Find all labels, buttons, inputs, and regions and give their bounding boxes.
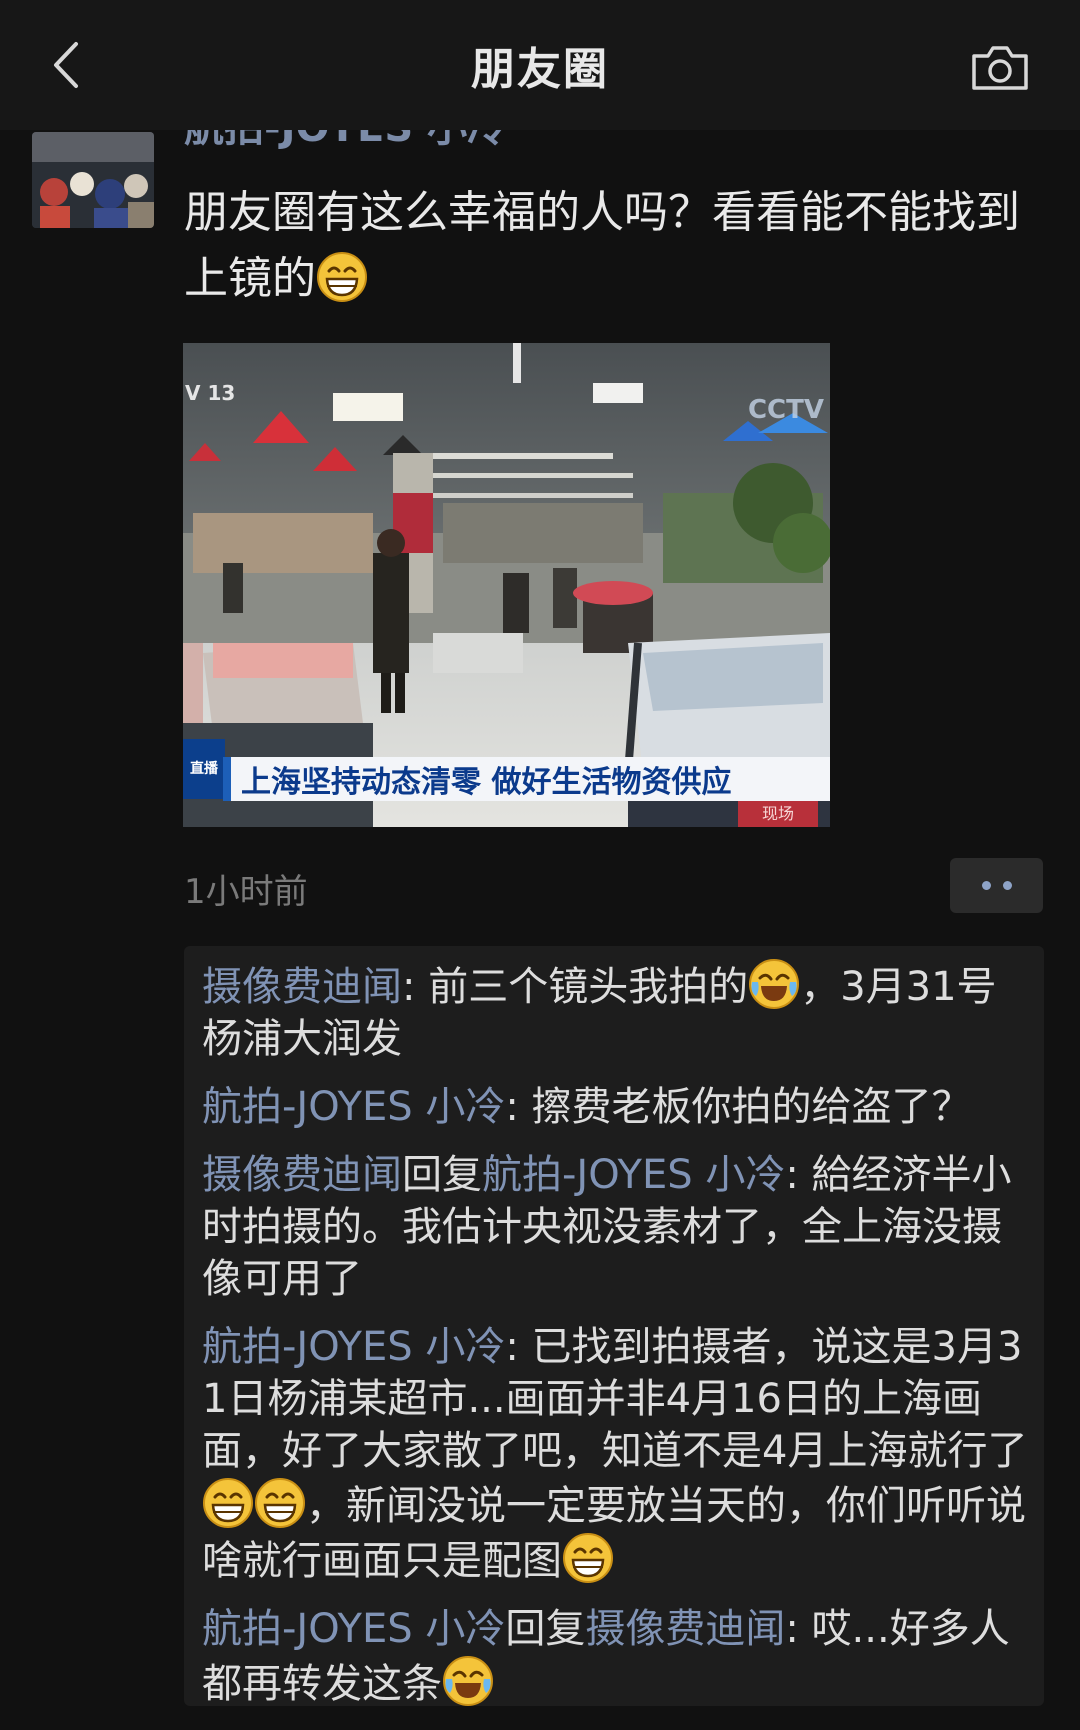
reply-word: 回复: [402, 1152, 482, 1198]
camera-icon: [972, 46, 1028, 90]
supermarket-scene-image: [183, 343, 830, 827]
grin-emoji-icon: [202, 1477, 254, 1529]
image-stamp: 现场: [738, 801, 818, 827]
grin-emoji-icon: [254, 1477, 306, 1529]
more-dots-icon: [1002, 881, 1012, 890]
comments-panel: 摄像费迪闻: 前三个镜头我拍的 ，3月31号杨浦大润发 航拍-JOYES 小冷: …: [184, 946, 1044, 1707]
page-title: 朋友圈: [471, 44, 609, 95]
comment-author[interactable]: 摄像费迪闻: [202, 964, 402, 1010]
comment-item[interactable]: 航拍-JOYES 小冷: 已找到拍摄者，说这是3月31日杨浦某超市...画面并非…: [202, 1321, 1030, 1587]
post-text: 朋友圈有这么幸福的人吗？看看能不能找到上镜的: [184, 187, 1020, 304]
comment-item[interactable]: 航拍-JOYES 小冷回复摄像费迪闻: 哎...好多人都再转发这条: [202, 1603, 1030, 1710]
live-logo: 直播: [183, 739, 225, 799]
channel-mark: V 13: [185, 381, 236, 405]
station-mark: CCTV: [747, 395, 824, 425]
news-caption: 上海坚持动态清零 做好生活物资供应: [223, 757, 830, 801]
comment-author[interactable]: 航拍-JOYES 小冷: [202, 1084, 505, 1130]
chevron-left-icon: [54, 42, 78, 88]
post-image[interactable]: V 13 CCTV 直播 上海坚持动态清零 做好生活物资供应 现场: [183, 343, 830, 827]
grin-emoji-icon: [316, 251, 368, 303]
comment-author[interactable]: 摄像费迪闻: [202, 1152, 402, 1198]
more-button[interactable]: [950, 858, 1043, 913]
comment-author[interactable]: 航拍-JOYES 小冷: [202, 1324, 505, 1370]
post-time: 1小时前: [184, 872, 308, 912]
reply-target[interactable]: 摄像费迪闻: [585, 1606, 785, 1652]
more-dots-icon: [981, 881, 991, 890]
nav-bar: 朋友圈: [0, 0, 1080, 130]
comment-item[interactable]: 摄像费迪闻回复航拍-JOYES 小冷: 給经济半小时拍摄的。我估计央视没素材了，…: [202, 1149, 1030, 1305]
reply-word: 回复: [505, 1606, 586, 1652]
laugh-cry-emoji-icon: [442, 1655, 494, 1707]
comment-text-continued: ，新闻没说一定要放当天的，你们听听说啥就行画面只是配图: [202, 1483, 1026, 1584]
comment-text: 擦费老板你拍的给盗了？: [531, 1084, 972, 1130]
comment-author[interactable]: 航拍-JOYES 小冷: [202, 1606, 505, 1652]
comment-text: 前三个镜头我拍的: [428, 964, 749, 1010]
reply-target[interactable]: 航拍-JOYES 小冷: [482, 1152, 785, 1198]
comment-item[interactable]: 摄像费迪闻: 前三个镜头我拍的 ，3月31号杨浦大润发: [202, 958, 1030, 1065]
author-avatar[interactable]: [32, 132, 154, 228]
grin-emoji-icon: [562, 1532, 614, 1584]
back-button[interactable]: [40, 40, 90, 90]
laugh-cry-emoji-icon: [748, 958, 800, 1010]
comment-item[interactable]: 航拍-JOYES 小冷: 擦费老板你拍的给盗了？: [202, 1081, 1030, 1133]
camera-button[interactable]: [970, 42, 1030, 92]
avatar-image: [32, 132, 154, 228]
